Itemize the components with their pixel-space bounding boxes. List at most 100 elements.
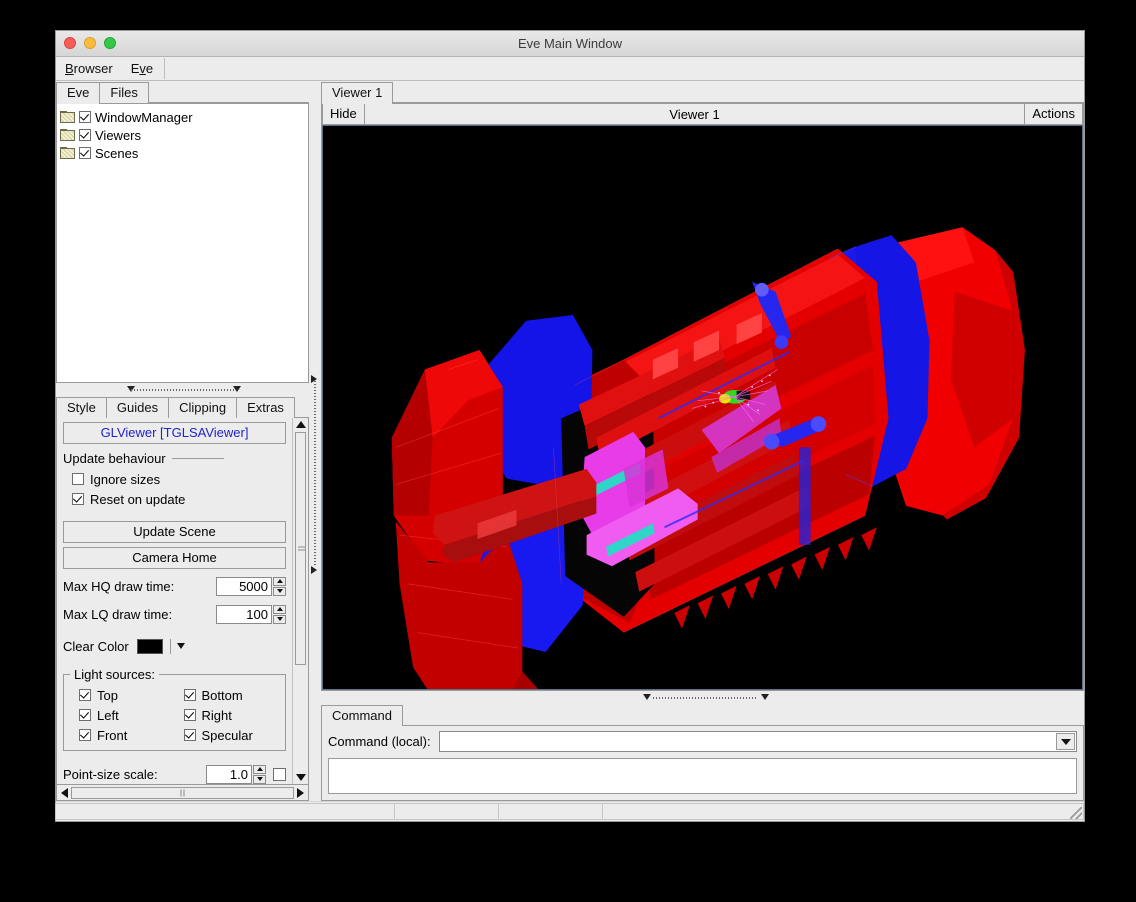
- tab-viewer-1[interactable]: Viewer 1: [321, 82, 393, 103]
- max-hq-draw-time-label: Max HQ draw time:: [63, 579, 174, 594]
- horizontal-splitter[interactable]: [56, 383, 309, 396]
- scroll-up-arrow-icon[interactable]: [296, 421, 306, 428]
- scroll-left-arrow-icon[interactable]: [61, 788, 68, 798]
- tree-item-label: Viewers: [95, 128, 141, 143]
- light-bottom-checkbox[interactable]: [184, 689, 196, 701]
- point-size-scale-stepper[interactable]: [253, 765, 266, 784]
- splitter-dots: [653, 697, 757, 699]
- detector-3d-scene: [323, 126, 1082, 689]
- viewer-command-splitter[interactable]: [321, 691, 1084, 704]
- check-reset-on-update[interactable]: Reset on update: [63, 489, 286, 509]
- max-lq-draw-time-input[interactable]: [216, 605, 272, 624]
- update-behaviour-group-title: Update behaviour: [63, 451, 286, 466]
- hscrollbar-thumb[interactable]: [71, 787, 294, 799]
- menu-eve[interactable]: Eve: [122, 57, 162, 80]
- light-left-checkbox[interactable]: [79, 709, 91, 721]
- vertical-splitter[interactable]: [309, 81, 321, 801]
- resize-grip-icon[interactable]: [1070, 807, 1082, 819]
- camera-home-button[interactable]: Camera Home: [63, 547, 286, 569]
- tab-eve[interactable]: Eve: [56, 82, 100, 103]
- command-tabs: Command: [321, 704, 1084, 726]
- actions-button[interactable]: Actions: [1024, 103, 1083, 125]
- chevron-down-icon: [761, 694, 769, 700]
- stepper-down-icon: [273, 615, 286, 624]
- scroll-down-arrow-icon[interactable]: [296, 774, 306, 781]
- ignore-sizes-label: Ignore sizes: [90, 472, 160, 487]
- hide-button[interactable]: Hide: [322, 103, 365, 125]
- menu-browser-label: rowser: [74, 61, 113, 76]
- scroll-right-arrow-icon[interactable]: [297, 788, 304, 798]
- editor-horizontal-scrollbar[interactable]: [56, 785, 309, 801]
- command-output-area[interactable]: [328, 758, 1077, 794]
- max-lq-draw-time-label: Max LQ draw time:: [63, 607, 172, 622]
- command-dropdown-button[interactable]: [1056, 733, 1075, 750]
- check-light-top[interactable]: Top: [70, 685, 175, 705]
- color-separator: [170, 639, 171, 654]
- max-hq-draw-time-stepper[interactable]: [273, 577, 286, 596]
- group-rule: [172, 458, 224, 459]
- check-light-front[interactable]: Front: [70, 725, 175, 745]
- point-size-scale-checkbox[interactable]: [273, 768, 286, 781]
- status-cell-3: [498, 803, 603, 820]
- viewer-frame: Hide Viewer 1 Actions: [321, 103, 1084, 691]
- command-combo[interactable]: [439, 731, 1077, 752]
- tree-item-label: Scenes: [95, 146, 138, 161]
- editor-vertical-scrollbar[interactable]: [292, 418, 308, 784]
- command-input[interactable]: [440, 732, 1055, 751]
- stepper-up-icon: [273, 577, 286, 586]
- tree-item-scenes[interactable]: Scenes: [60, 144, 305, 162]
- light-front-checkbox[interactable]: [79, 729, 91, 741]
- status-cell-4: [602, 803, 1084, 820]
- window-titlebar: Eve Main Window: [56, 31, 1084, 57]
- light-top-checkbox[interactable]: [79, 689, 91, 701]
- light-sources-group: Light sources: Top Bottom: [63, 667, 286, 751]
- tree-item-checkbox[interactable]: [79, 129, 91, 141]
- clear-color-swatch[interactable]: [137, 639, 163, 654]
- scrollbar-thumb[interactable]: [295, 432, 306, 665]
- tab-files[interactable]: Files: [99, 82, 148, 103]
- reset-on-update-checkbox[interactable]: [72, 493, 84, 505]
- light-specular-checkbox[interactable]: [184, 729, 196, 741]
- tree-item-checkbox[interactable]: [79, 111, 91, 123]
- viewer-title: Viewer 1: [365, 103, 1025, 125]
- max-hq-draw-time-input[interactable]: [216, 577, 272, 596]
- command-input-row: Command (local):: [328, 731, 1077, 752]
- update-behaviour-label: Update behaviour: [63, 451, 166, 466]
- check-light-right[interactable]: Right: [175, 705, 280, 725]
- row-clear-color: Clear Color: [63, 635, 286, 657]
- gl-viewer-canvas[interactable]: [322, 125, 1083, 690]
- reset-on-update-label: Reset on update: [90, 492, 185, 507]
- tree-item-viewers[interactable]: Viewers: [60, 126, 305, 144]
- stepper-down-icon: [253, 775, 266, 784]
- check-ignore-sizes[interactable]: Ignore sizes: [63, 469, 286, 489]
- left-panel-tabs: Eve Files: [56, 81, 309, 103]
- eve-object-tree[interactable]: WindowManager Viewers Sc: [56, 103, 309, 383]
- tab-extras[interactable]: Extras: [236, 397, 295, 418]
- left-panel: Eve Files WindowManager: [56, 81, 309, 801]
- tree-item-checkbox[interactable]: [79, 147, 91, 159]
- chevron-down-icon[interactable]: [177, 643, 185, 649]
- status-cell-2: [394, 803, 499, 820]
- check-light-bottom[interactable]: Bottom: [175, 685, 280, 705]
- check-light-specular[interactable]: Specular: [175, 725, 280, 745]
- tab-style[interactable]: Style: [56, 397, 107, 418]
- ignore-sizes-checkbox[interactable]: [72, 473, 84, 485]
- check-light-left[interactable]: Left: [70, 705, 175, 725]
- scrollbar-grip: [298, 546, 305, 551]
- row-max-lq-draw-time: Max LQ draw time:: [63, 603, 286, 625]
- tree-item-windowmanager[interactable]: WindowManager: [60, 108, 305, 126]
- command-label: Command (local):: [328, 734, 431, 749]
- editor-panel: Style Guides Clipping Extras GLViewer [T…: [56, 396, 309, 801]
- light-right-checkbox[interactable]: [184, 709, 196, 721]
- tab-clipping[interactable]: Clipping: [168, 397, 237, 418]
- max-lq-draw-time-stepper[interactable]: [273, 605, 286, 624]
- tab-command[interactable]: Command: [321, 705, 403, 726]
- folder-icon: [60, 129, 75, 141]
- point-size-scale-input[interactable]: [206, 765, 252, 784]
- menu-browser[interactable]: Browser: [56, 57, 122, 80]
- update-scene-button[interactable]: Update Scene: [63, 521, 286, 543]
- light-bottom-label: Bottom: [202, 688, 243, 703]
- command-box: Command (local):: [321, 726, 1084, 801]
- tab-guides[interactable]: Guides: [106, 397, 169, 418]
- stepper-down-icon: [273, 587, 286, 596]
